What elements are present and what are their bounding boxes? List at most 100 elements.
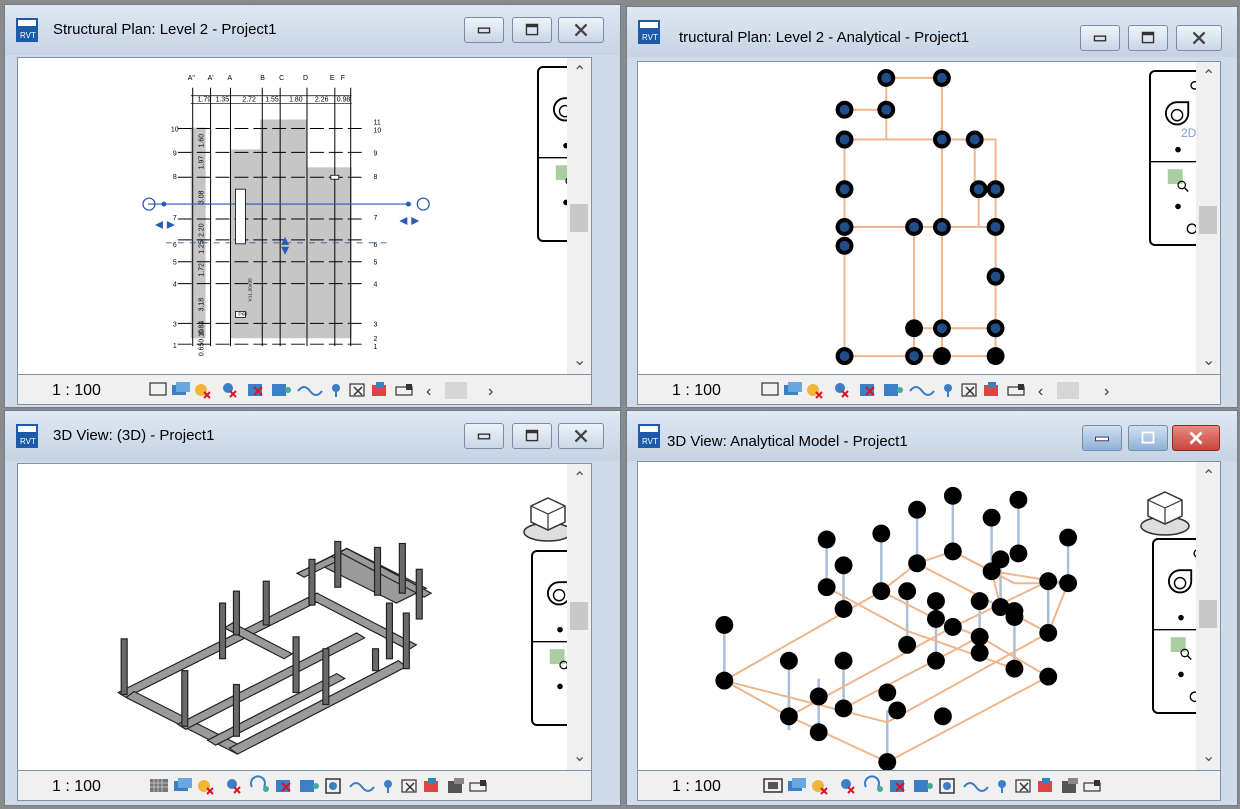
scrollbar-thumb[interactable] xyxy=(1199,600,1217,628)
maximize-button[interactable] xyxy=(512,423,552,449)
window-title: tructural Plan: Level 2 - Analytical - P… xyxy=(679,29,970,46)
grid-col-label: A xyxy=(227,75,232,82)
grid-row-label: 3 xyxy=(173,321,177,328)
plan-canvas[interactable]: A'' A' A B C D E F 1.79 1.35 2.72 1.55 1… xyxy=(17,57,592,375)
title-bar[interactable]: RVT 3D View: (3D) - Project1 xyxy=(5,411,620,461)
scroll-down-icon[interactable]: ⌄ xyxy=(573,746,586,766)
vertical-scrollbar[interactable]: ⌃ ⌄ xyxy=(567,58,591,374)
grid-row-label: 5 xyxy=(173,260,177,267)
dim-label: 1.35 xyxy=(216,97,230,104)
grid-row-label: 3 xyxy=(374,321,378,328)
grid-col-label: E xyxy=(330,75,335,82)
grid-row-label: 2 xyxy=(374,336,378,343)
grid-row-label: 6 xyxy=(374,242,378,249)
beam-tag: P60 xyxy=(238,311,247,317)
minimize-icon xyxy=(1093,35,1107,42)
dim-label: 1.55 xyxy=(265,97,279,104)
scroll-up-icon[interactable]: ⌃ xyxy=(1202,66,1215,86)
view-scale[interactable]: 1 : 100 xyxy=(52,382,101,400)
maximize-button[interactable] xyxy=(512,17,552,43)
title-bar[interactable]: RVT tructural Plan: Level 2 - Analytical… xyxy=(627,7,1237,57)
svg-text:RVT: RVT xyxy=(20,437,36,446)
3d-analytical-canvas[interactable]: ⌃ ⌄ xyxy=(637,461,1221,771)
svg-text:›: › xyxy=(488,383,493,400)
minimize-button[interactable] xyxy=(1082,425,1122,451)
minimize-button[interactable] xyxy=(1080,25,1120,51)
close-button[interactable] xyxy=(558,17,604,43)
dim-label: 2.26 xyxy=(315,97,329,104)
3d-frame-drawing xyxy=(117,540,433,755)
grid-row-label: 6 xyxy=(173,242,177,249)
scroll-down-icon[interactable]: ⌄ xyxy=(573,350,586,370)
window-title: 3D View: (3D) - Project1 xyxy=(53,427,215,444)
window-3d-analytical: RVT 3D View: Analytical Model - Project1 xyxy=(626,410,1238,806)
grid-col-label: A' xyxy=(208,75,214,82)
revit-icon: RVT xyxy=(16,18,38,42)
minimize-button[interactable] xyxy=(464,17,504,43)
window-analytical-plan: RVT tructural Plan: Level 2 - Analytical… xyxy=(626,6,1238,408)
maximize-button[interactable] xyxy=(1128,25,1168,51)
scroll-down-icon[interactable]: ⌄ xyxy=(1202,746,1215,766)
analytical-plan-canvas[interactable]: 2D ⌃ ⌄ xyxy=(637,61,1221,375)
section-tag: V11.20x35 xyxy=(247,278,253,302)
grid-col-label: F xyxy=(341,75,345,82)
window-title: 3D View: Analytical Model - Project1 xyxy=(667,433,908,450)
revit-icon: RVT xyxy=(638,424,660,448)
grid-row-label: 9 xyxy=(173,150,177,157)
scrollbar-thumb[interactable] xyxy=(570,204,588,232)
close-icon xyxy=(574,23,588,37)
analytical-plan-drawing xyxy=(835,68,1005,366)
scroll-up-icon[interactable]: ⌃ xyxy=(573,62,586,82)
grid-row-label: 10 xyxy=(171,127,179,134)
grid-row-label: 10 xyxy=(374,128,382,135)
window-title: Structural Plan: Level 2 - Project1 xyxy=(53,21,277,38)
grid-row-label: 1 xyxy=(173,343,177,350)
svg-text:‹: ‹ xyxy=(426,383,431,400)
grid-col-label: A'' xyxy=(188,75,195,82)
vertical-scrollbar[interactable]: ⌃ ⌄ xyxy=(1196,462,1220,770)
view-controls-icons[interactable]: ‹ › xyxy=(148,379,508,401)
view-controls-icons[interactable] xyxy=(762,775,1202,797)
svg-text:RVT: RVT xyxy=(20,31,36,40)
structural-plan-drawing: A'' A' A B C D E F 1.79 1.35 2.72 1.55 1… xyxy=(142,75,430,356)
grid-row-label: 4 xyxy=(374,282,378,289)
view-control-bar: 1 : 100 xyxy=(17,771,592,801)
dim-label: 3.08 xyxy=(199,190,206,204)
dim-label: 1.25 xyxy=(199,240,206,254)
view-scale[interactable]: 1 : 100 xyxy=(672,778,721,796)
close-button[interactable] xyxy=(1176,25,1222,51)
minimize-button[interactable] xyxy=(464,423,504,449)
vertical-scrollbar[interactable]: ⌃ ⌄ xyxy=(567,464,591,770)
window-3d-view: RVT 3D View: (3D) - Project1 ⌃ ⌄ 1: 100 xyxy=(4,410,621,806)
close-icon xyxy=(1189,431,1203,445)
grid-row-label: 1 xyxy=(374,344,378,351)
view-controls-icons[interactable] xyxy=(148,775,588,797)
maximize-icon xyxy=(525,429,539,442)
dim-label: 1.60 xyxy=(199,134,206,148)
title-bar[interactable]: RVT Structural Plan: Level 2 - Project1 xyxy=(5,5,620,55)
title-bar[interactable]: RVT 3D View: Analytical Model - Project1 xyxy=(627,411,1237,461)
maximize-button[interactable] xyxy=(1128,425,1168,451)
viewcube-icon[interactable] xyxy=(1138,486,1192,540)
grid-row-label: 7 xyxy=(173,215,177,222)
close-button[interactable] xyxy=(1172,425,1220,451)
dim-label: 0.650.10 xyxy=(199,329,206,356)
view-controls-icons[interactable]: ‹ › xyxy=(760,379,1120,401)
scroll-up-icon[interactable]: ⌃ xyxy=(1202,466,1215,486)
3d-analytical-drawing xyxy=(715,486,1078,770)
view-scale[interactable]: 1 : 100 xyxy=(52,778,101,796)
grid-col-label: B xyxy=(260,75,265,82)
view-scale[interactable]: 1 : 100 xyxy=(672,382,721,400)
dim-label: 1.97 xyxy=(199,156,206,170)
dim-label: 1.80 xyxy=(289,97,303,104)
scroll-down-icon[interactable]: ⌄ xyxy=(1202,350,1215,370)
vertical-scrollbar[interactable]: ⌃ ⌄ xyxy=(1196,62,1220,374)
3d-canvas[interactable]: ⌃ ⌄ xyxy=(17,463,592,771)
close-button[interactable] xyxy=(558,423,604,449)
svg-text:RVT: RVT xyxy=(642,33,658,42)
dim-label: 3.18 xyxy=(199,298,206,312)
svg-text:RVT: RVT xyxy=(642,437,658,446)
scrollbar-thumb[interactable] xyxy=(1199,206,1217,234)
scrollbar-thumb[interactable] xyxy=(570,602,588,630)
scroll-up-icon[interactable]: ⌃ xyxy=(573,468,586,488)
